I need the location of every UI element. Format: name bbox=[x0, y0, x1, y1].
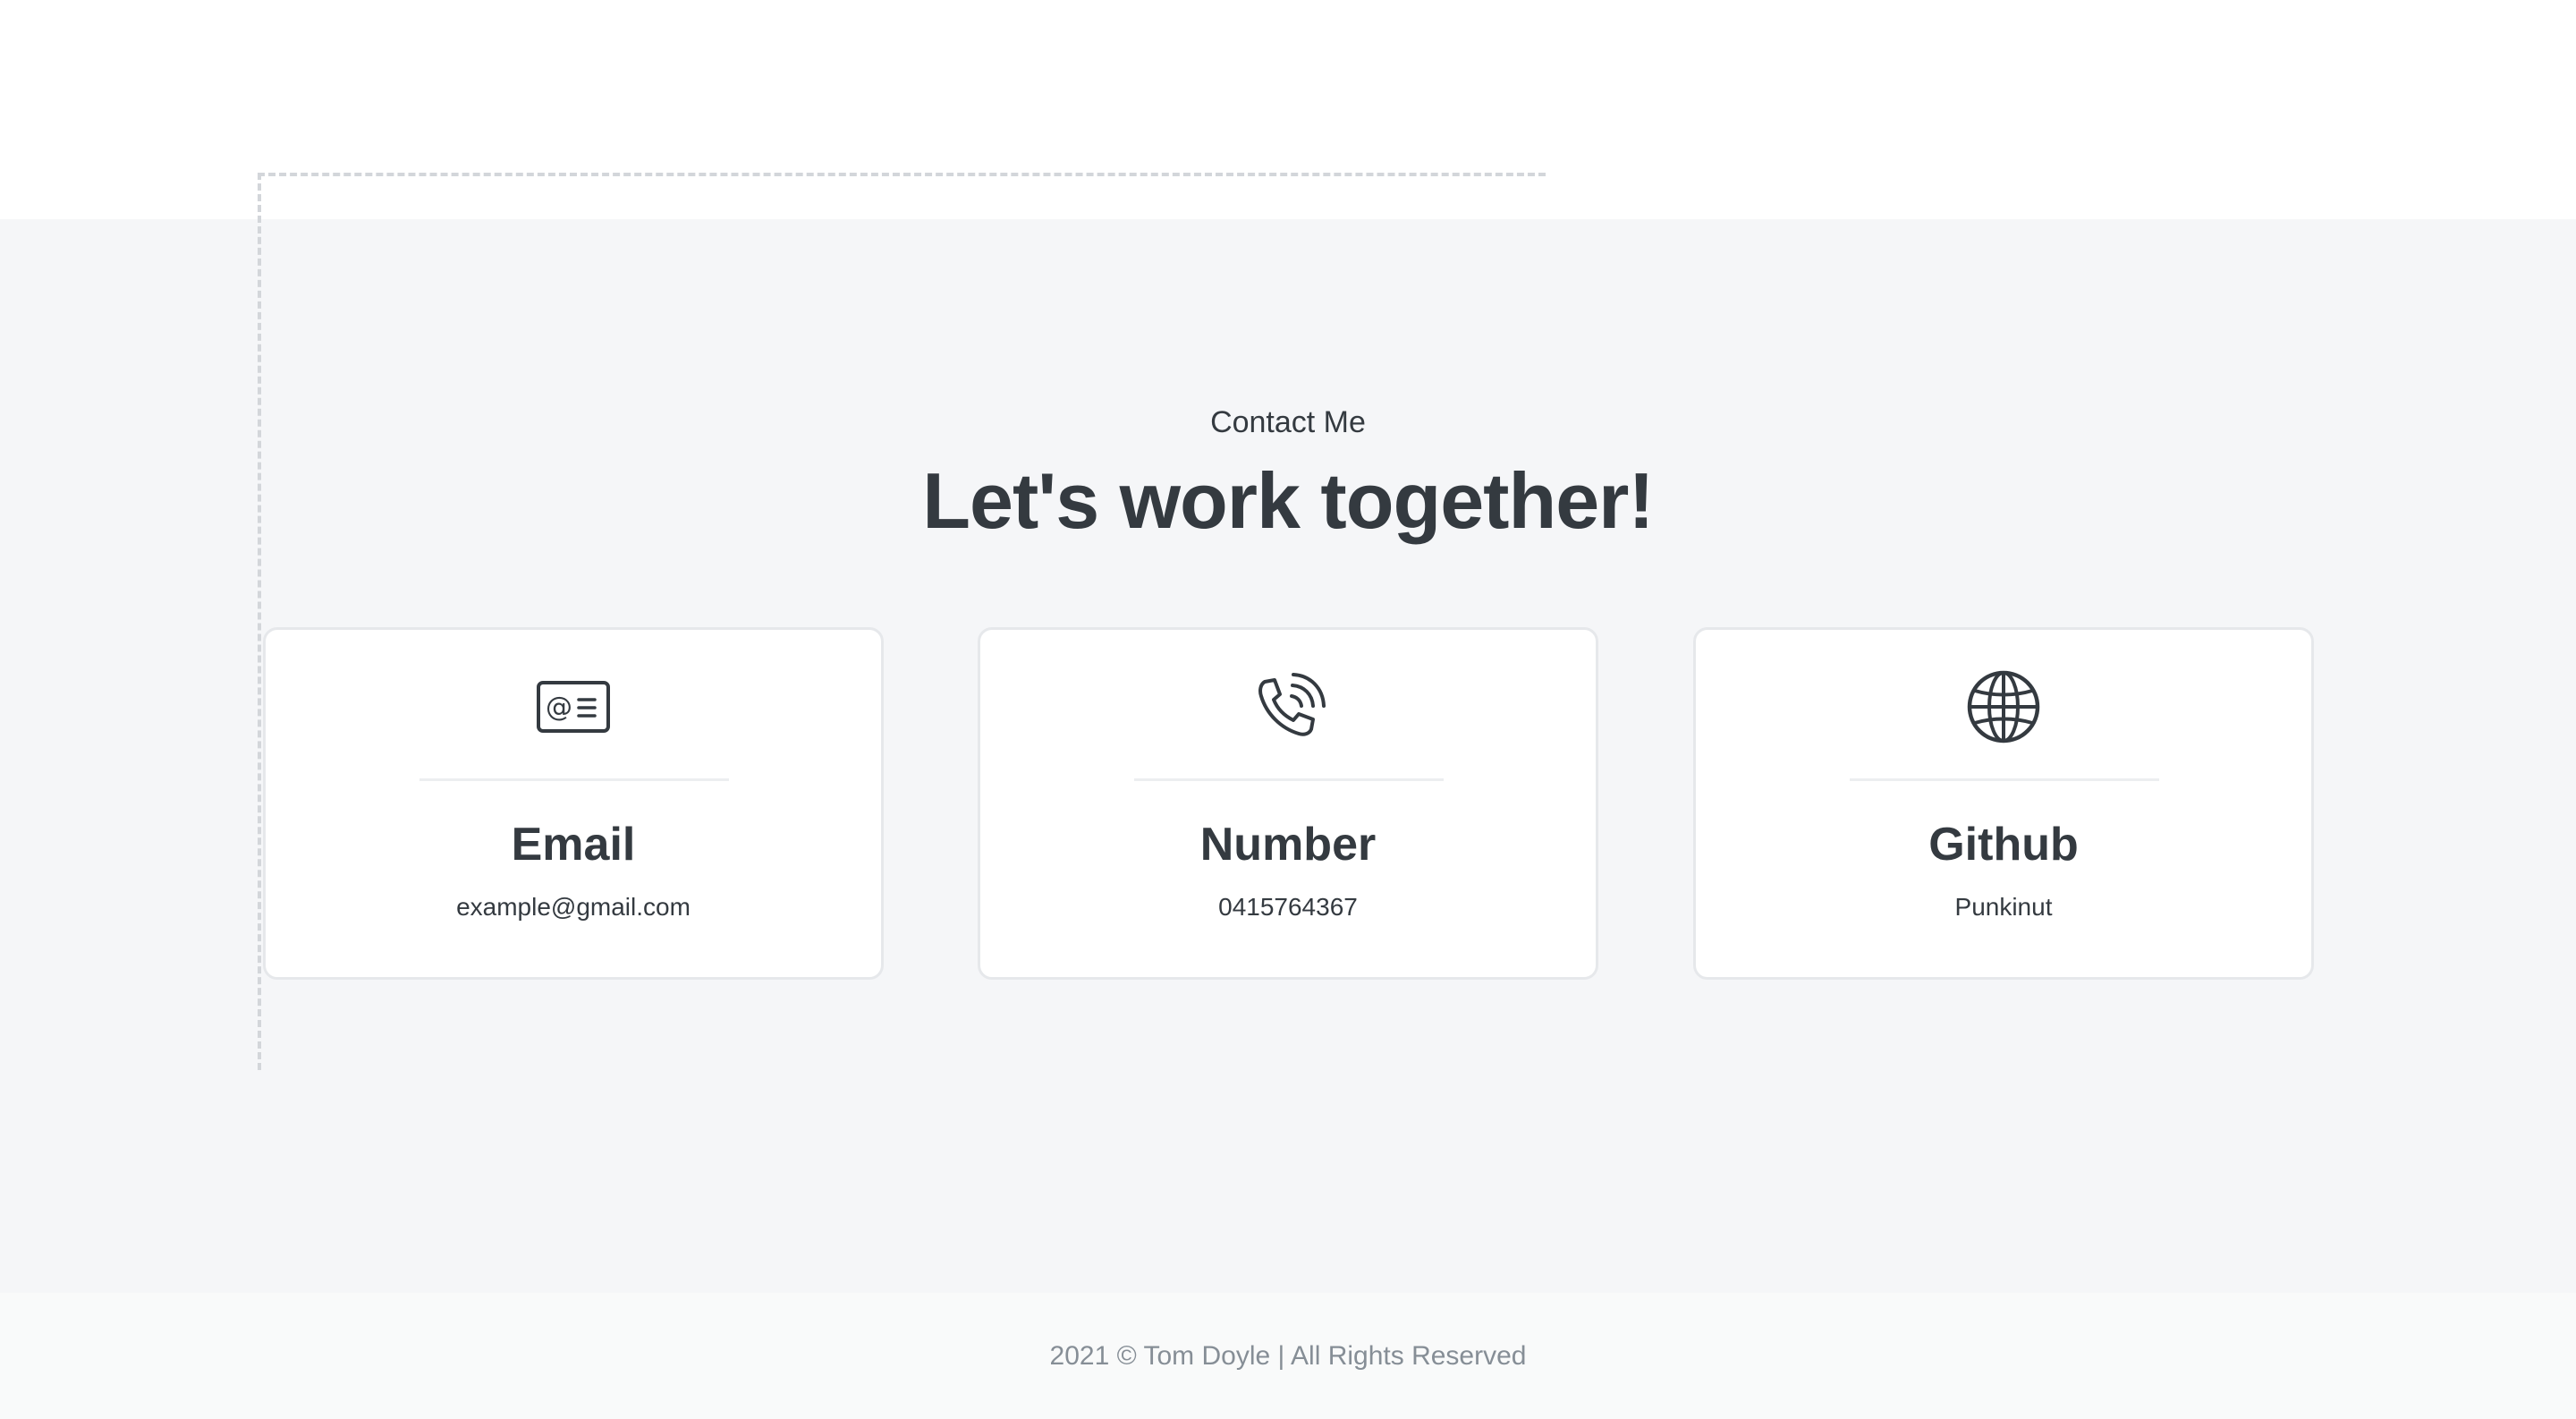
svg-text:@: @ bbox=[546, 692, 572, 723]
github-card: Github Punkinut bbox=[1693, 627, 2314, 980]
email-address[interactable]: example@gmail.com bbox=[266, 889, 881, 925]
decorative-dashed-frame-left bbox=[258, 173, 261, 1070]
email-card: @ Email example@gmail.com bbox=[263, 627, 884, 980]
section-eyebrow: Contact Me bbox=[1210, 405, 1366, 439]
card-title: Github bbox=[1928, 819, 2079, 871]
footer-copyright: 2021 © Tom Doyle | All Rights Reserved bbox=[1049, 1340, 1527, 1371]
card-divider bbox=[419, 778, 729, 781]
globe-icon bbox=[1696, 667, 2311, 746]
phone-ringing-icon bbox=[980, 667, 1596, 746]
top-band bbox=[0, 0, 2576, 219]
email-contact-card-icon: @ bbox=[266, 667, 881, 746]
github-username[interactable]: Punkinut bbox=[1696, 889, 2311, 925]
number-card: Number 0415764367 bbox=[978, 627, 1598, 980]
card-title: Number bbox=[1199, 819, 1377, 871]
phone-number[interactable]: 0415764367 bbox=[980, 889, 1596, 925]
card-divider bbox=[1850, 778, 2159, 781]
footer: 2021 © Tom Doyle | All Rights Reserved bbox=[0, 1293, 2576, 1419]
decorative-dashed-frame-top bbox=[258, 173, 1546, 176]
section-headline: Let's work together! bbox=[922, 456, 1654, 545]
card-title: Email bbox=[511, 819, 636, 871]
card-divider bbox=[1134, 778, 1444, 781]
